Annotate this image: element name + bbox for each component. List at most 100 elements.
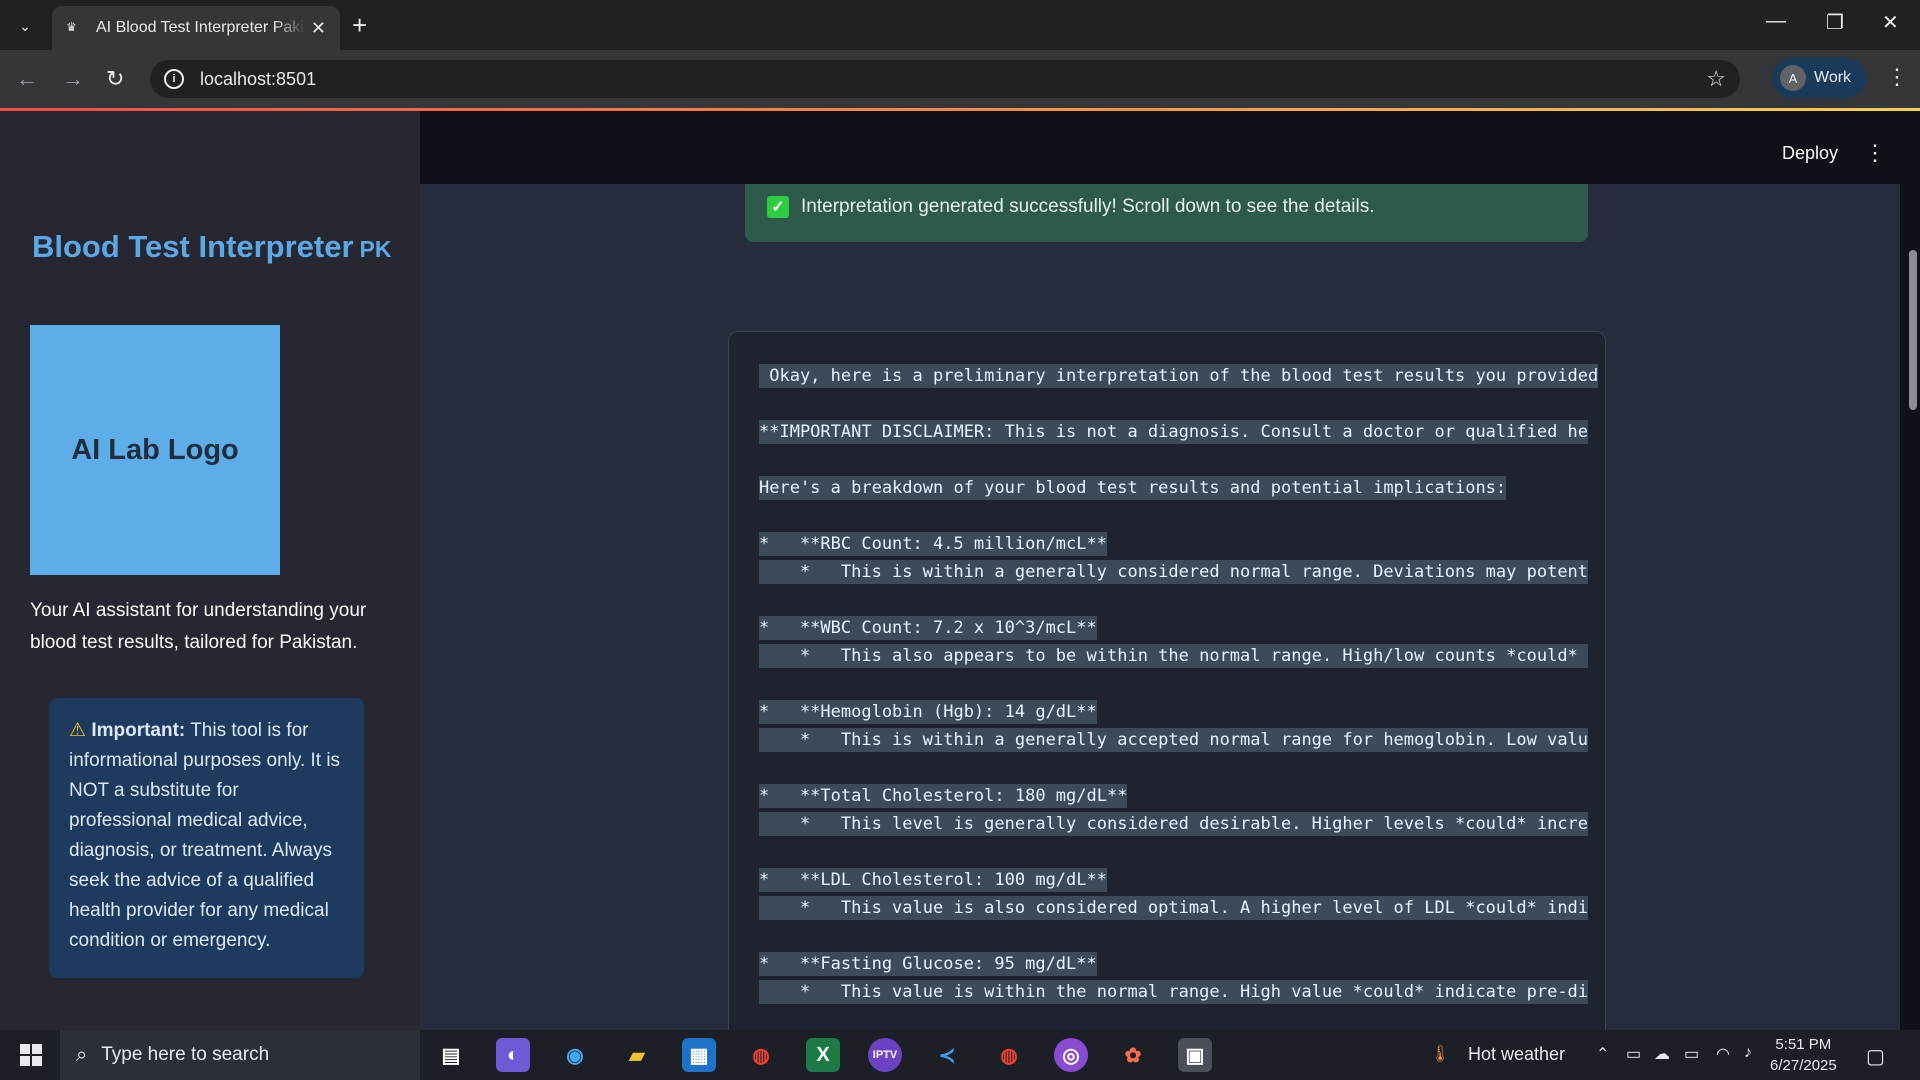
task-view-icon[interactable]: ▤ (434, 1038, 468, 1072)
file-explorer-icon[interactable]: ▰ (620, 1038, 654, 1072)
iptv-icon[interactable]: IPTV (868, 1038, 902, 1072)
deploy-button[interactable]: Deploy (1782, 143, 1838, 164)
profile-button[interactable]: A Work (1772, 58, 1866, 98)
profile-label: Work (1814, 69, 1852, 86)
main-content: ✓ Interpretation generated successfully!… (420, 184, 1900, 1030)
interpretation-line: * **RBC Count: 4.5 million/mcL** (759, 530, 1598, 558)
address-bar[interactable]: i localhost:8501 ☆ (150, 60, 1740, 98)
clock-date: 6/27/2025 (1770, 1057, 1837, 1074)
new-tab-plus-icon[interactable]: + (352, 10, 367, 41)
sidebar-title-text: Blood Test Interpreter (32, 229, 354, 264)
interpretation-line-text: * **LDL Cholesterol: 100 mg/dL** (759, 868, 1107, 892)
interpretation-line-text: * This level is generally considered des… (759, 812, 1589, 836)
wifi-icon[interactable]: ◠ (1716, 1044, 1730, 1064)
interpretation-lines: Okay, here is a preliminary interpretati… (759, 362, 1599, 1006)
restore-icon[interactable]: ❐ (1826, 10, 1844, 35)
weather-icon[interactable]: 🌡 (1430, 1044, 1450, 1064)
browser-menu-icon[interactable]: ⋮ (1886, 64, 1908, 90)
tab-close-icon[interactable]: ✕ (311, 18, 326, 39)
notifications-icon[interactable]: ▢ (1866, 1044, 1885, 1069)
warning-icon: ⚠ (69, 720, 87, 741)
forward-arrow-icon[interactable]: → (62, 66, 84, 92)
volume-icon[interactable]: ♪ (1744, 1044, 1752, 1062)
important-warning-box: ⚠ Important: This tool is for informatio… (49, 698, 364, 978)
game-icon[interactable]: ▣ (1178, 1038, 1212, 1072)
interpretation-line-text: * This also appears to be within the nor… (759, 644, 1589, 668)
system-clock[interactable]: 5:51 PM 6/27/2025 (1770, 1034, 1837, 1076)
excel-icon[interactable]: X (806, 1038, 840, 1072)
windows-start-icon[interactable] (20, 1044, 42, 1066)
interpretation-line: * This is within a generally considered … (759, 558, 1598, 586)
tray-chevron-icon[interactable]: ⌃ (1596, 1044, 1609, 1064)
search-placeholder: Type here to search (101, 1044, 270, 1065)
vscode-icon[interactable]: ≺ (930, 1038, 964, 1072)
sidebar-description: Your AI assistant for understanding your… (30, 600, 367, 653)
streamlit-favicon-icon: ♛ (66, 20, 77, 34)
interpretation-line-text: * This value is also considered optimal.… (759, 896, 1589, 920)
url-text[interactable]: localhost:8501 (200, 69, 316, 90)
interpretation-line: * This value is also considered optimal.… (759, 894, 1598, 922)
interpretation-line: * **LDL Cholesterol: 100 mg/dL** (759, 866, 1598, 894)
windows-taskbar: ⌕ Type here to search ▤ ◐ ◉ ▰ ▦ ◍ X IPTV… (0, 1030, 1920, 1080)
interpretation-line-text: * **Total Cholesterol: 180 mg/dL** (759, 784, 1128, 808)
check-icon: ✓ (767, 196, 789, 218)
github-desktop-icon[interactable]: ◎ (1054, 1038, 1088, 1072)
interpretation-line-text: * **Fasting Glucose: 95 mg/dL** (759, 952, 1097, 976)
edge-icon[interactable]: ◉ (558, 1038, 592, 1072)
app-logo: AI Lab Logo (30, 325, 280, 575)
warning-bold-label: Important: (91, 720, 186, 741)
onedrive-icon[interactable]: ☁ (1654, 1044, 1670, 1064)
store-icon[interactable]: ▦ (682, 1038, 716, 1072)
battery-icon[interactable]: ▭ (1684, 1044, 1699, 1064)
interpretation-line: * **Hemoglobin (Hgb): 14 g/dL** (759, 698, 1598, 726)
weather-text[interactable]: Hot weather (1468, 1044, 1565, 1065)
sidebar-title: Blood Test Interpreter PK (32, 229, 391, 265)
back-arrow-icon[interactable]: ← (16, 66, 38, 92)
taskbar-search-box[interactable]: ⌕ Type here to search (60, 1030, 420, 1080)
interpretation-line: * This level is generally considered des… (759, 810, 1598, 838)
success-message: Interpretation generated successfully! S… (801, 196, 1375, 217)
chrome-icon[interactable]: ◍ (744, 1038, 778, 1072)
bookmark-star-icon[interactable]: ☆ (1706, 66, 1726, 92)
browser-tab[interactable]: ♛ AI Blood Test Interpreter Pakistan ✕ (52, 6, 340, 50)
window-close-icon[interactable]: ✕ (1882, 10, 1899, 35)
clock-time: 5:51 PM (1775, 1036, 1832, 1053)
meet-icon[interactable]: ▭ (1626, 1044, 1641, 1064)
interpretation-line: **IMPORTANT DISCLAIMER: This is not a di… (759, 418, 1598, 446)
sidebar: Blood Test Interpreter PK AI Lab Logo You… (0, 111, 420, 1030)
chrome-profile-icon[interactable]: ◍ (992, 1038, 1026, 1072)
success-alert: ✓ Interpretation generated successfully!… (745, 184, 1588, 242)
interpretation-line: * **Fasting Glucose: 95 mg/dL** (759, 950, 1598, 978)
interpretation-line: * This also appears to be within the nor… (759, 642, 1598, 670)
search-icon: ⌕ (76, 1043, 88, 1066)
interpretation-code-block: Okay, here is a preliminary interpretati… (728, 331, 1606, 1030)
app-icon[interactable]: ✿ (1116, 1038, 1150, 1072)
app-menu-icon[interactable]: ⋮ (1864, 140, 1886, 166)
interpretation-line-text: * **RBC Count: 4.5 million/mcL** (759, 532, 1107, 556)
interpretation-line: Okay, here is a preliminary interpretati… (759, 362, 1599, 390)
scrollbar-thumb[interactable] (1909, 250, 1917, 410)
minimize-icon[interactable]: — (1766, 10, 1786, 33)
browser-tab-bar: ⌄ ♛ AI Blood Test Interpreter Pakistan ✕… (0, 0, 1920, 50)
logo-text: AI Lab Logo (71, 433, 239, 466)
site-info-icon[interactable]: i (164, 69, 184, 89)
interpretation-line: * This is within a generally accepted no… (759, 726, 1598, 754)
avatar: A (1780, 65, 1806, 91)
copilot-icon[interactable]: ◐ (496, 1038, 530, 1072)
tab-title: AI Blood Test Interpreter Pakistan (96, 19, 306, 36)
warning-text: This tool is for informational purposes … (69, 720, 341, 951)
interpretation-line-text: **IMPORTANT DISCLAIMER: This is not a di… (759, 420, 1589, 444)
interpretation-line-text: * This value is within the normal range.… (759, 980, 1589, 1004)
interpretation-line: Here's a breakdown of your blood test re… (759, 474, 1598, 502)
tab-search-chevron-icon[interactable]: ⌄ (10, 12, 40, 40)
interpretation-line: * **WBC Count: 7.2 x 10^3/mcL** (759, 614, 1598, 642)
browser-toolbar: ← → ↻ i localhost:8501 ☆ A Work ⋮ (0, 50, 1920, 108)
reload-icon[interactable]: ↻ (106, 66, 124, 92)
